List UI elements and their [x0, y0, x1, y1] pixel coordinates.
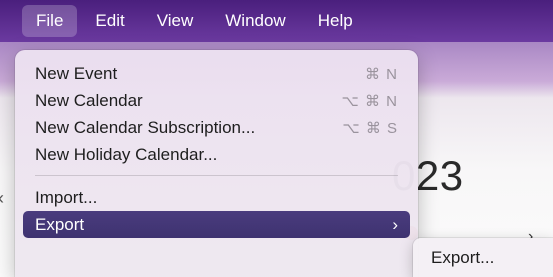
menu-separator: [35, 175, 398, 176]
chevron-right-icon: ›: [392, 214, 398, 234]
submenu-item-export[interactable]: Export...: [431, 248, 494, 268]
menu-item-export[interactable]: Export ›: [23, 211, 410, 238]
menu-item-label: New Calendar: [35, 90, 143, 110]
menu-item-import[interactable]: Import...: [23, 184, 410, 211]
chevron-left-icon[interactable]: ‹: [0, 188, 4, 209]
shortcut-label: ⌥ ⌘ N: [341, 92, 398, 110]
menu-item-label: New Calendar Subscription...: [35, 117, 256, 137]
file-menu-dropdown: New Event ⌘ N New Calendar ⌥ ⌘ N New Cal…: [15, 50, 418, 277]
menu-window[interactable]: Window: [211, 5, 299, 37]
menu-item-label: Export: [35, 214, 85, 234]
menu-item-new-holiday-calendar[interactable]: New Holiday Calendar...: [23, 141, 410, 168]
menu-item-new-event[interactable]: New Event ⌘ N: [23, 60, 410, 87]
menu-item-new-calendar-subscription[interactable]: New Calendar Subscription... ⌥ ⌘ S: [23, 114, 410, 141]
shortcut-label: ⌥ ⌘ S: [342, 119, 398, 137]
menu-file[interactable]: File: [22, 5, 78, 37]
menu-help[interactable]: Help: [304, 5, 367, 37]
menu-edit[interactable]: Edit: [81, 5, 138, 37]
menu-item-label: New Holiday Calendar...: [35, 144, 218, 164]
menu-item-label: Import...: [35, 187, 98, 207]
menu-item-new-calendar[interactable]: New Calendar ⌥ ⌘ N: [23, 87, 410, 114]
menu-bar: File Edit View Window Help: [0, 0, 553, 42]
export-submenu: Export...: [413, 238, 553, 277]
menu-view[interactable]: View: [143, 5, 208, 37]
shortcut-label: ⌘ N: [365, 65, 398, 83]
menu-item-label: New Event: [35, 63, 118, 83]
